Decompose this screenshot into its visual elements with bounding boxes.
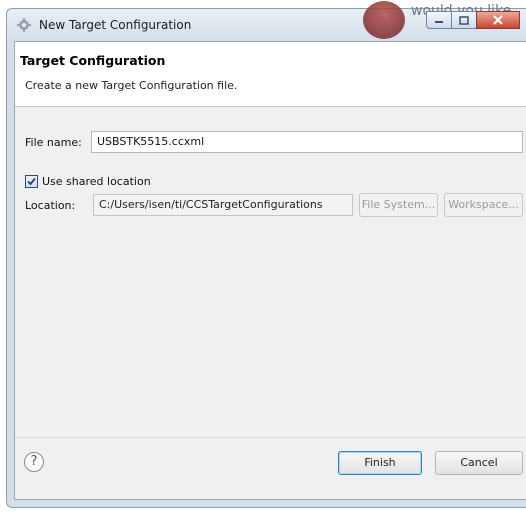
checkmark-icon xyxy=(27,177,36,186)
maximize-icon xyxy=(459,15,469,25)
file-name-input[interactable]: USBSTK5515.ccxml xyxy=(91,131,523,153)
location-input[interactable]: C:/Users/isen/ti/CCSTargetConfigurations xyxy=(93,194,353,216)
finish-button[interactable]: Finish xyxy=(338,451,422,475)
footer-divider xyxy=(15,437,526,438)
workspace-button[interactable]: Workspace... xyxy=(444,193,523,217)
window-title: New Target Configuration xyxy=(39,18,192,32)
help-button[interactable]: ? xyxy=(24,452,44,472)
file-system-button[interactable]: File System... xyxy=(359,193,438,217)
dialog-content: Target Configuration Create a new Target… xyxy=(14,41,526,500)
file-name-label: File name: xyxy=(25,136,82,149)
help-icon: ? xyxy=(30,454,38,469)
close-button[interactable] xyxy=(476,11,520,29)
page-description: Create a new Target Configuration file. xyxy=(25,79,238,92)
maximize-button[interactable] xyxy=(451,11,477,29)
app-gear-icon xyxy=(17,18,31,32)
minimize-button[interactable] xyxy=(426,11,452,29)
location-label: Location: xyxy=(25,199,76,212)
use-shared-location-label[interactable]: Use shared location xyxy=(42,175,151,188)
window-controls xyxy=(426,11,520,31)
close-icon xyxy=(493,15,503,25)
page-title: Target Configuration xyxy=(20,53,166,68)
wizard-header: Target Configuration Create a new Target… xyxy=(15,42,526,107)
minimize-icon xyxy=(435,21,443,23)
cancel-button[interactable]: Cancel xyxy=(435,451,523,475)
dialog-window: New Target Configuration would you like … xyxy=(6,1,526,508)
background-app-icon xyxy=(363,1,405,39)
use-shared-location-checkbox[interactable] xyxy=(25,175,38,188)
title-bar[interactable]: New Target Configuration would you like xyxy=(7,1,526,41)
